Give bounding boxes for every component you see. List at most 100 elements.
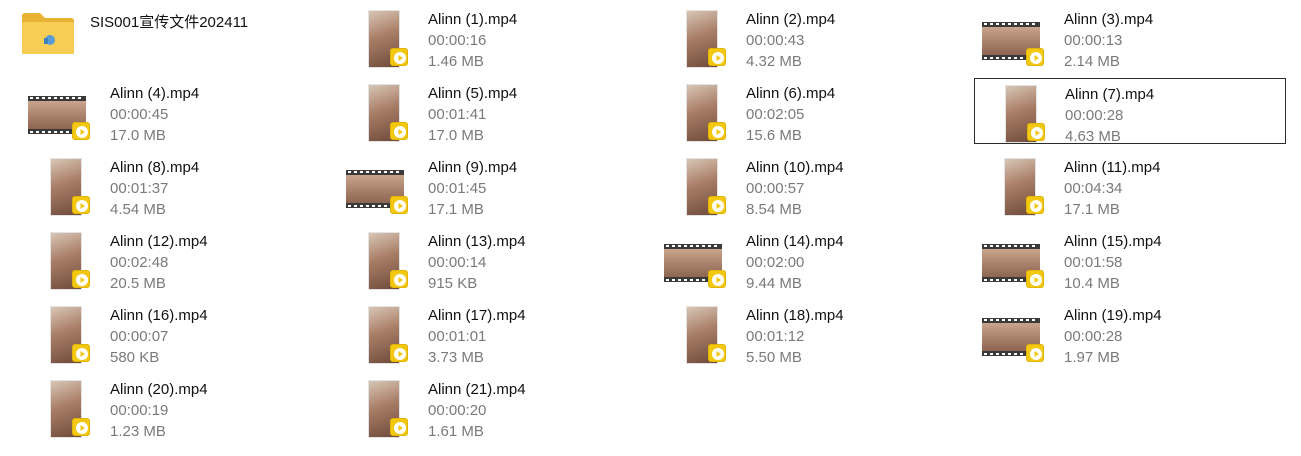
- video-file-item[interactable]: Alinn (19).mp4 00:00:28 1.97 MB: [974, 300, 1286, 366]
- video-file-item[interactable]: Alinn (12).mp4 00:02:48 20.5 MB: [20, 226, 332, 292]
- video-file-item[interactable]: Alinn (9).mp4 00:01:45 17.1 MB: [338, 152, 650, 218]
- play-icon: [712, 52, 724, 64]
- file-size: 9.44 MB: [746, 275, 802, 292]
- play-icon: [394, 52, 406, 64]
- video-file-item[interactable]: Alinn (17).mp4 00:01:01 3.73 MB: [338, 300, 650, 366]
- file-duration: 00:01:58: [1064, 254, 1123, 271]
- file-size: 8.54 MB: [746, 201, 802, 218]
- file-size: 580 KB: [110, 349, 160, 366]
- file-name: Alinn (14).mp4: [746, 233, 844, 250]
- file-size: 20.5 MB: [110, 275, 166, 292]
- file-name: Alinn (15).mp4: [1064, 233, 1162, 250]
- video-file-item[interactable]: Alinn (6).mp4 00:02:05 15.6 MB: [656, 78, 968, 144]
- file-name: Alinn (9).mp4: [428, 159, 518, 176]
- file-details: Alinn (4).mp4 00:00:45 17.0 MB: [110, 83, 199, 146]
- file-details: Alinn (8).mp4 00:01:37 4.54 MB: [110, 157, 199, 220]
- video-badge: [708, 196, 726, 214]
- video-badge: [390, 344, 408, 362]
- video-thumbnail: [664, 82, 726, 142]
- file-size: 2.14 MB: [1064, 53, 1120, 70]
- file-name: Alinn (6).mp4: [746, 85, 836, 102]
- video-thumbnail: [28, 378, 90, 438]
- file-details: Alinn (6).mp4 00:02:05 15.6 MB: [746, 83, 835, 146]
- file-size: 17.0 MB: [110, 127, 166, 144]
- video-file-item[interactable]: Alinn (10).mp4 00:00:57 8.54 MB: [656, 152, 968, 218]
- file-size: 1.97 MB: [1064, 349, 1120, 366]
- video-file-item[interactable]: Alinn (21).mp4 00:00:20 1.61 MB: [338, 374, 650, 440]
- video-file-item[interactable]: Alinn (2).mp4 00:00:43 4.32 MB: [656, 4, 968, 70]
- file-name: Alinn (16).mp4: [110, 307, 208, 324]
- video-file-item[interactable]: Alinn (18).mp4 00:01:12 5.50 MB: [656, 300, 968, 366]
- file-details: Alinn (3).mp4 00:00:13 2.14 MB: [1064, 9, 1153, 72]
- file-name: Alinn (11).mp4: [1064, 159, 1161, 176]
- file-details: Alinn (5).mp4 00:01:41 17.0 MB: [428, 83, 517, 146]
- play-icon: [76, 200, 88, 212]
- video-file-item[interactable]: Alinn (14).mp4 00:02:00 9.44 MB: [656, 226, 968, 292]
- video-badge: [708, 344, 726, 362]
- file-name: Alinn (2).mp4: [746, 11, 836, 28]
- play-icon: [1030, 274, 1042, 286]
- video-file-item[interactable]: Alinn (1).mp4 00:00:16 1.46 MB: [338, 4, 650, 70]
- file-name: Alinn (7).mp4: [1065, 86, 1155, 103]
- video-file-item[interactable]: Alinn (16).mp4 00:00:07 580 KB: [20, 300, 332, 366]
- file-duration: 00:01:45: [428, 180, 487, 197]
- file-name: Alinn (17).mp4: [428, 307, 526, 324]
- file-duration: 00:00:16: [428, 32, 487, 49]
- play-icon: [394, 200, 406, 212]
- video-file-item[interactable]: Alinn (11).mp4 00:04:34 17.1 MB: [974, 152, 1286, 218]
- video-file-item[interactable]: Alinn (13).mp4 00:00:14 915 KB: [338, 226, 650, 292]
- video-thumbnail: [664, 156, 726, 216]
- file-size: 10.4 MB: [1064, 275, 1120, 292]
- file-size: 3.73 MB: [428, 349, 484, 366]
- video-file-item[interactable]: Alinn (8).mp4 00:01:37 4.54 MB: [20, 152, 332, 218]
- video-thumbnail: [983, 83, 1045, 143]
- video-badge: [708, 122, 726, 140]
- video-thumbnail: [982, 156, 1044, 216]
- video-file-item[interactable]: Alinn (15).mp4 00:01:58 10.4 MB: [974, 226, 1286, 292]
- video-file-item[interactable]: Alinn (5).mp4 00:01:41 17.0 MB: [338, 78, 650, 144]
- file-size: 17.0 MB: [428, 127, 484, 144]
- file-name: Alinn (5).mp4: [428, 85, 518, 102]
- play-icon: [712, 274, 724, 286]
- file-details: Alinn (9).mp4 00:01:45 17.1 MB: [428, 157, 517, 220]
- video-thumbnail: [982, 8, 1044, 66]
- file-name: Alinn (19).mp4: [1064, 307, 1162, 324]
- video-badge: [390, 122, 408, 140]
- video-thumbnail: [346, 304, 408, 364]
- file-duration: 00:00:14: [428, 254, 487, 271]
- play-icon: [712, 348, 724, 360]
- file-size: 17.1 MB: [428, 201, 484, 218]
- video-badge: [1027, 123, 1045, 141]
- folder-name: SIS001宣传文件202411: [90, 14, 249, 31]
- file-name: Alinn (18).mp4: [746, 307, 844, 324]
- file-duration: 00:00:57: [746, 180, 805, 197]
- video-file-item[interactable]: Alinn (20).mp4 00:00:19 1.23 MB: [20, 374, 332, 440]
- file-duration: 00:02:05: [746, 106, 805, 123]
- folder-icon: [22, 13, 74, 54]
- file-details: Alinn (15).mp4 00:01:58 10.4 MB: [1064, 231, 1162, 294]
- file-size: 4.32 MB: [746, 53, 802, 70]
- folder-item[interactable]: SIS001宣传文件202411: [0, 0, 312, 66]
- video-thumbnail: [664, 304, 726, 364]
- video-badge: [1026, 196, 1044, 214]
- file-details: Alinn (10).mp4 00:00:57 8.54 MB: [746, 157, 844, 220]
- file-name: Alinn (3).mp4: [1064, 11, 1154, 28]
- video-badge: [72, 418, 90, 436]
- file-duration: 00:00:28: [1065, 107, 1124, 124]
- video-thumbnail: [346, 8, 408, 68]
- file-duration: 00:01:41: [428, 106, 487, 123]
- file-details: Alinn (14).mp4 00:02:00 9.44 MB: [746, 231, 844, 294]
- video-thumbnail: [346, 230, 408, 290]
- video-badge: [1026, 270, 1044, 288]
- file-name: Alinn (12).mp4: [110, 233, 208, 250]
- video-file-item[interactable]: Alinn (3).mp4 00:00:13 2.14 MB: [974, 4, 1286, 70]
- video-thumbnail: [346, 378, 408, 438]
- video-file-item[interactable]: Alinn (7).mp4 00:00:28 4.63 MB: [974, 78, 1286, 145]
- video-file-item[interactable]: Alinn (4).mp4 00:00:45 17.0 MB: [20, 78, 332, 144]
- play-icon: [394, 274, 406, 286]
- video-thumbnail: [28, 82, 90, 140]
- file-details: Alinn (21).mp4 00:00:20 1.61 MB: [428, 379, 526, 442]
- video-badge: [72, 122, 90, 140]
- file-details: Alinn (2).mp4 00:00:43 4.32 MB: [746, 9, 835, 72]
- video-badge: [1026, 48, 1044, 66]
